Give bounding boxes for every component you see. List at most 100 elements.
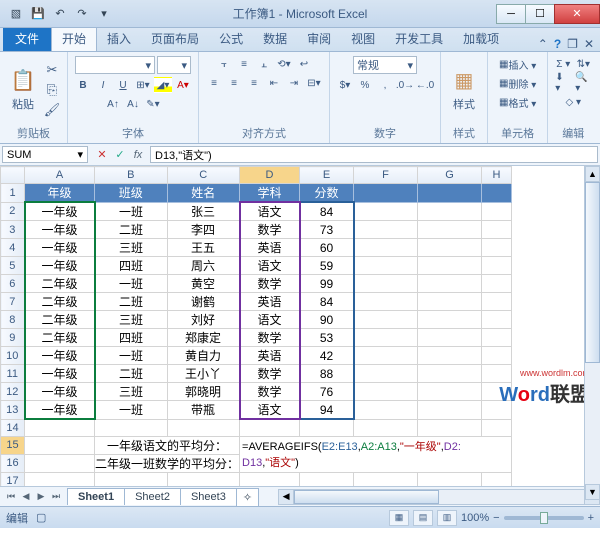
cell[interactable] [482,365,512,383]
row-header[interactable]: 16 [1,454,25,472]
scroll-thumb[interactable] [585,182,600,363]
cell[interactable]: 二年级 [25,329,95,347]
sheet-nav-first-icon[interactable]: ⏮ [4,491,18,502]
tab-home[interactable]: 开始 [51,25,97,51]
cell[interactable]: 数学 [240,365,300,383]
cell[interactable]: 王五 [167,239,240,257]
sheet-tab[interactable]: Sheet3 [180,488,237,505]
cell[interactable]: 一年级 [25,257,95,275]
cell[interactable] [482,311,512,329]
cell[interactable]: 59 [300,257,354,275]
cell[interactable]: 语文 [240,401,300,420]
cell[interactable] [418,401,482,420]
cell[interactable] [418,239,482,257]
row-header[interactable]: 4 [1,239,25,257]
cell[interactable]: 一年级 [25,202,95,221]
cell[interactable]: 学科 [240,184,300,203]
cell[interactable] [354,239,418,257]
cell[interactable] [418,365,482,383]
font-size-select[interactable]: ▾ [157,56,191,74]
cell[interactable]: 周六 [167,257,240,275]
cell[interactable] [482,239,512,257]
cell[interactable] [482,347,512,365]
cell[interactable]: 二班 [95,221,168,239]
cell[interactable] [354,383,418,401]
italic-button[interactable]: I [94,77,112,93]
col-header-F[interactable]: F [354,167,418,184]
cell[interactable]: 谢鹤 [167,293,240,311]
col-header-H[interactable]: H [482,167,512,184]
row-header[interactable]: 3 [1,221,25,239]
align-top-icon[interactable]: ⫟ [215,56,233,72]
cell[interactable] [482,401,512,420]
cell[interactable] [354,329,418,347]
save-icon[interactable]: 💾 [28,4,48,24]
cell[interactable]: 88 [300,365,354,383]
enter-formula-icon[interactable]: ✓ [112,148,128,161]
cell[interactable]: 三班 [95,239,168,257]
bold-button[interactable]: B [74,77,92,93]
help-icon[interactable]: ? [554,37,561,51]
cell[interactable]: 一班 [95,401,168,420]
cell[interactable]: 一年级 [25,347,95,365]
delete-cells-button[interactable]: ▦ 删除 ▾ [494,75,541,91]
currency-icon[interactable]: $▾ [336,77,354,93]
fx-icon[interactable]: fx [130,149,146,161]
decrease-decimal-icon[interactable]: ←.0 [416,77,434,93]
row-header[interactable]: 13 [1,401,25,420]
cell[interactable]: 一班 [95,347,168,365]
new-sheet-button[interactable]: ✧ [236,488,259,506]
cell[interactable]: 一年级 [25,383,95,401]
macro-record-icon[interactable]: ▢ [36,511,46,524]
tab-page-layout[interactable]: 页面布局 [141,26,209,51]
wrap-text-icon[interactable]: ↩ [295,56,313,72]
cell[interactable] [354,401,418,420]
page-layout-view-icon[interactable]: ▤ [413,510,433,526]
align-bottom-icon[interactable]: ⫠ [255,56,273,72]
cell[interactable]: 班级 [95,184,168,203]
cell[interactable]: 语文 [240,257,300,275]
grow-font-icon[interactable]: A↑ [104,96,122,112]
border-button[interactable]: ⊞▾ [134,77,152,93]
row-header[interactable]: 9 [1,329,25,347]
align-right-icon[interactable]: ≡ [245,75,263,91]
cell[interactable]: 二年级 [25,293,95,311]
find-button[interactable]: 🔍▾ [574,75,592,91]
scroll-up-icon[interactable]: ▲ [585,166,600,182]
tab-developer[interactable]: 开发工具 [385,26,453,51]
row-header[interactable]: 10 [1,347,25,365]
zoom-in-icon[interactable]: + [588,512,594,524]
orientation-icon[interactable]: ⟲▾ [275,56,293,72]
active-cell-formula[interactable]: =AVERAGEIFS(E2:E13,A2:A13,"一年级",D2:D13,"… [240,436,512,472]
cell[interactable]: 数学 [240,329,300,347]
cell[interactable]: 二年级 [25,311,95,329]
cell[interactable]: 三班 [95,311,168,329]
cell[interactable]: 二年级 [25,275,95,293]
cell[interactable]: 数学 [240,221,300,239]
redo-icon[interactable]: ↷ [72,4,92,24]
row-header[interactable]: 7 [1,293,25,311]
cell[interactable] [354,184,418,203]
sheet-nav-prev-icon[interactable]: ◀ [19,491,33,502]
decrease-indent-icon[interactable]: ⇤ [265,75,283,91]
row-header[interactable]: 2 [1,202,25,221]
row-header[interactable]: 14 [1,419,25,436]
col-header-B[interactable]: B [95,167,168,184]
cell[interactable] [354,221,418,239]
zoom-out-icon[interactable]: − [493,512,499,524]
cell[interactable]: 黄自力 [167,347,240,365]
excel-icon[interactable]: ▧ [6,4,26,24]
cell[interactable]: 76 [300,383,354,401]
sheet-nav-next-icon[interactable]: ▶ [34,491,48,502]
underline-button[interactable]: U [114,77,132,93]
fill-color-button[interactable]: ◢▾ [154,77,172,93]
cell[interactable] [354,365,418,383]
cell[interactable] [418,202,482,221]
scroll-down-icon[interactable]: ▼ [585,484,600,500]
number-format-select[interactable]: 常规▾ [353,56,417,74]
tab-formulas[interactable]: 公式 [209,26,253,51]
cell[interactable] [354,311,418,329]
cell[interactable] [418,257,482,275]
cell[interactable]: 一年级 [25,401,95,420]
cell[interactable]: 郭晓明 [167,383,240,401]
